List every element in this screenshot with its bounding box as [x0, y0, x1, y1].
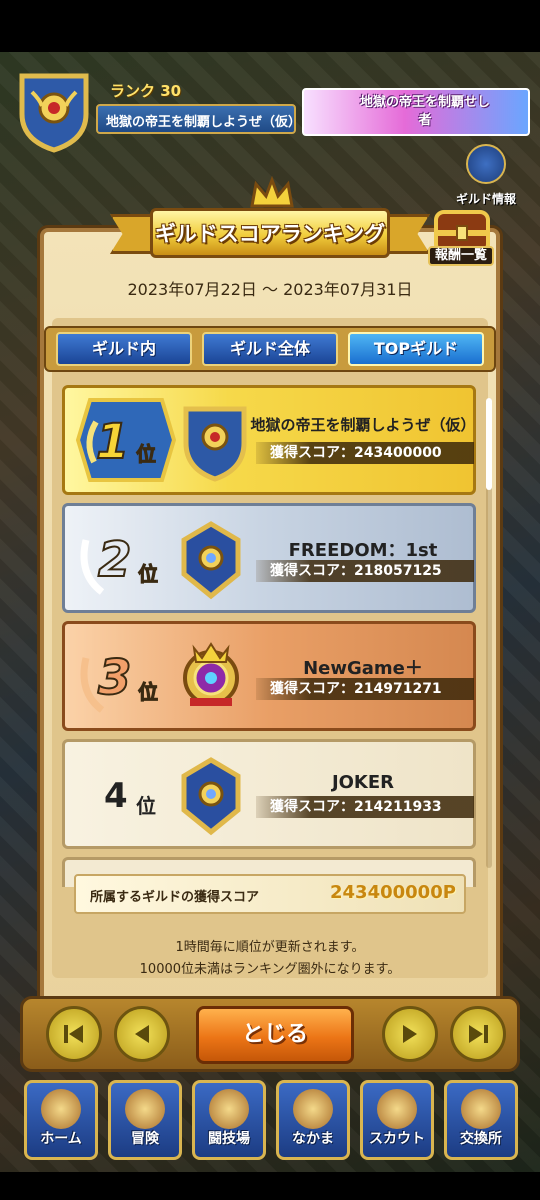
next-icon	[403, 1025, 417, 1043]
nav-arena-label: 闘技場	[208, 1131, 250, 1147]
update-note: 1時間毎に順位が更新されます。	[175, 940, 365, 955]
nav-home-label: ホーム	[40, 1131, 82, 1147]
nav-party-label: なかま	[292, 1131, 334, 1147]
close-button[interactable]: とじる	[196, 1006, 354, 1064]
nav-exchange[interactable]	[444, 1080, 518, 1160]
nav-adventure[interactable]	[108, 1080, 182, 1160]
guild-rank-label: ランク 30	[110, 82, 182, 100]
guild-score-3: 獲得スコア：214971271	[256, 678, 474, 700]
next-page-button[interactable]	[382, 1006, 438, 1062]
guild-shield-icon	[183, 406, 247, 482]
first-page-button[interactable]	[46, 1006, 102, 1062]
last-page-button[interactable]	[450, 1006, 506, 1062]
nav-exchange-label: 交換所	[460, 1131, 502, 1147]
own-guild-score-label: 所属するギルドの獲得スコア	[90, 890, 260, 905]
guild-score-4: 獲得スコア：214211933	[256, 796, 474, 818]
guild-name-4: JOKER	[331, 772, 395, 793]
guild-name-header: 地獄の帝王を制覇しようぜ（仮）	[96, 104, 296, 134]
guild-name-1: 地獄の帝王を制覇しようぜ（仮）	[250, 416, 476, 434]
status-bar-top	[0, 0, 540, 52]
tab-top-guild[interactable]: TOPギルド	[348, 332, 484, 366]
list-scrollbar-thumb[interactable]	[486, 398, 492, 490]
rank-number-3: 3	[97, 649, 132, 707]
nav-party[interactable]	[276, 1080, 350, 1160]
nav-arena[interactable]	[192, 1080, 266, 1160]
rank-suffix-3: 位	[138, 680, 159, 705]
guild-info-label: ギルド情報	[455, 192, 516, 206]
rank-number-2: 2	[97, 531, 132, 589]
guild-name-2: FREEDOM：1st	[288, 540, 438, 561]
title-badge-text: 地獄の帝王を制覇せし者	[360, 95, 491, 128]
guild-score-1: 獲得スコア：243400000	[256, 442, 474, 464]
arena-icon	[209, 1089, 249, 1129]
nav-home[interactable]	[24, 1080, 98, 1160]
rank-suffix-2: 位	[138, 562, 159, 587]
home-icon	[41, 1089, 81, 1129]
own-guild-score-value: 243400000P	[330, 882, 456, 903]
guild-emblem-icon[interactable]	[16, 70, 92, 154]
guild-name-3: NewGame＋	[303, 658, 423, 679]
adventure-icon	[125, 1089, 165, 1129]
guild-crest-icon-2	[181, 757, 241, 836]
guild-info-icon[interactable]	[466, 144, 506, 184]
panel-title: ギルドスコアランキング	[154, 222, 386, 246]
rank-number-1: 1	[95, 413, 130, 471]
system-nav-bar	[0, 1172, 540, 1200]
rank-limit-note: 10000位未満はランキング圏外になります。	[139, 962, 401, 977]
tab-guild-internal[interactable]: ギルド内	[56, 332, 192, 366]
rank-suffix-4: 位	[136, 794, 156, 818]
skip-last-icon	[469, 1025, 488, 1043]
party-icon	[293, 1089, 333, 1129]
nav-scout-label: スカウト	[369, 1131, 425, 1147]
prev-icon	[135, 1025, 149, 1043]
scout-icon	[377, 1089, 417, 1129]
skip-first-icon	[64, 1025, 83, 1043]
reward-list-button[interactable]: 報酬一覧	[428, 246, 494, 266]
nav-adventure-label: 冒険	[131, 1131, 159, 1147]
exchange-icon	[461, 1089, 501, 1129]
guild-royal-emblem-icon	[183, 642, 239, 706]
ranking-period: 2023年07月22日 ～ 2023年07月31日	[127, 280, 413, 299]
guild-score-2: 獲得スコア：218057125	[256, 560, 474, 582]
tab-guild-all[interactable]: ギルド全体	[202, 332, 338, 366]
prev-page-button[interactable]	[114, 1006, 170, 1062]
rank-number-4: 4	[104, 776, 128, 816]
rank-suffix-1: 位	[136, 442, 157, 467]
guild-crest-icon	[181, 521, 241, 600]
nav-scout[interactable]	[360, 1080, 434, 1160]
crown-icon	[250, 176, 294, 208]
